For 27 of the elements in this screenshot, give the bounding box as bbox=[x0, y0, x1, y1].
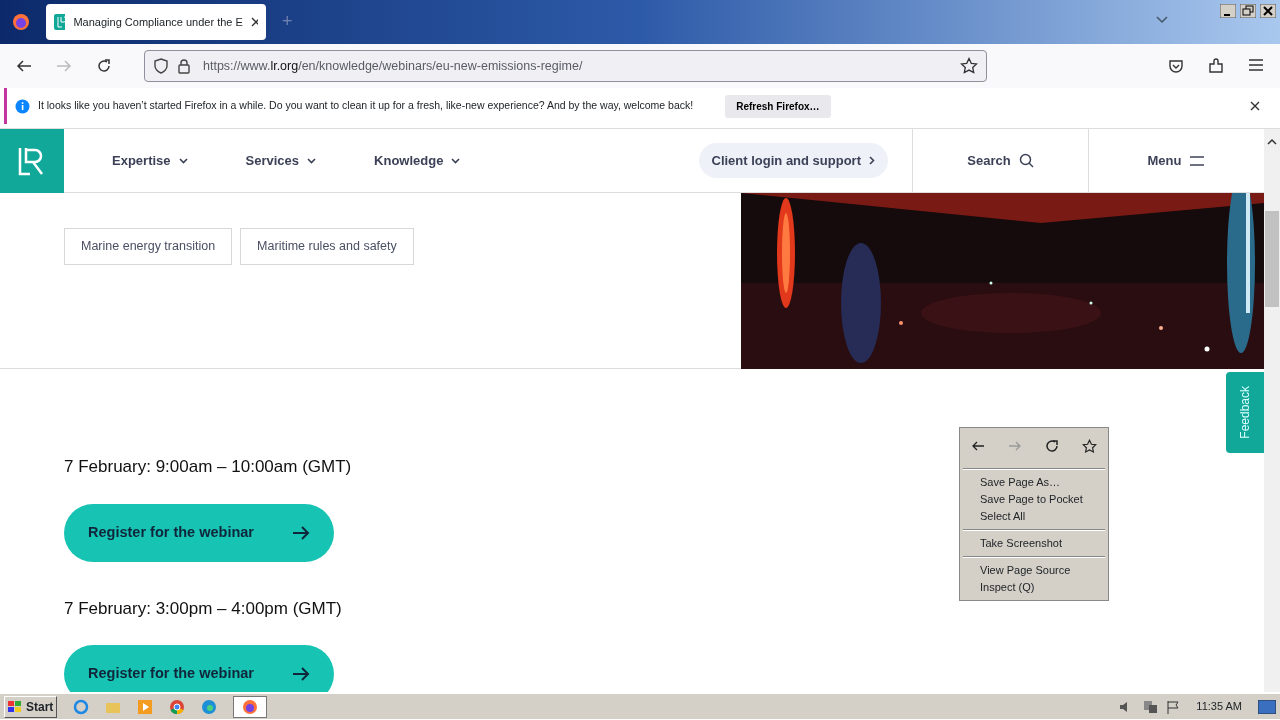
search-button[interactable]: Search bbox=[912, 129, 1088, 192]
notification-message: It looks like you haven’t started Firefox in a while. Do you want to clean it up for a fresh, like-new experience? And by the way, welcome back! bbox=[38, 98, 694, 114]
nav-item[interactable]: Knowledge bbox=[374, 150, 461, 171]
browser-tab[interactable]: Managing Compliance under the E bbox=[46, 4, 266, 40]
tab-title: Managing Compliance under the E bbox=[73, 14, 243, 30]
nav-item[interactable]: Services bbox=[245, 150, 317, 171]
menu-item[interactable]: Select All bbox=[960, 508, 1108, 525]
menu-item[interactable]: Save Page As… bbox=[960, 474, 1108, 491]
menu-label: Menu bbox=[1147, 151, 1182, 170]
menu-item[interactable]: Take Screenshot bbox=[960, 535, 1108, 552]
session-time: 7 February: 9:00am – 10:00am (GMT) bbox=[64, 456, 352, 478]
menu-item[interactable]: Save Page to Pocket bbox=[960, 491, 1108, 508]
register-button[interactable]: Register for the webinar bbox=[64, 645, 334, 692]
session-time: 7 February: 3:00pm – 4:00pm (GMT) bbox=[64, 597, 342, 620]
client-login-button[interactable]: Client login and support bbox=[698, 142, 888, 179]
nav-item[interactable]: Expertise bbox=[112, 150, 188, 171]
refresh-firefox-button[interactable]: Refresh Firefox… bbox=[725, 94, 831, 118]
menu-item[interactable]: View Page Source bbox=[960, 562, 1108, 579]
search-label: Search bbox=[967, 151, 1011, 170]
topic-tag[interactable]: Maritime rules and safety bbox=[240, 228, 414, 265]
address-bar[interactable]: https://www.lr.org/en/knowledge/webinars/eu-new-emissions-regime/ bbox=[144, 50, 987, 82]
url-text: https://www.lr.org/en/knowledge/webinars/eu-new-emissions-regime/ bbox=[203, 57, 583, 75]
topic-tag[interactable]: Marine energy transition bbox=[64, 228, 233, 265]
start-button[interactable]: Start bbox=[4, 695, 58, 718]
clock: 11:35 AM bbox=[1196, 699, 1242, 715]
menu-item[interactable]: Inspect (Q) bbox=[960, 579, 1108, 596]
register-button[interactable]: Register for the webinar bbox=[64, 503, 334, 562]
